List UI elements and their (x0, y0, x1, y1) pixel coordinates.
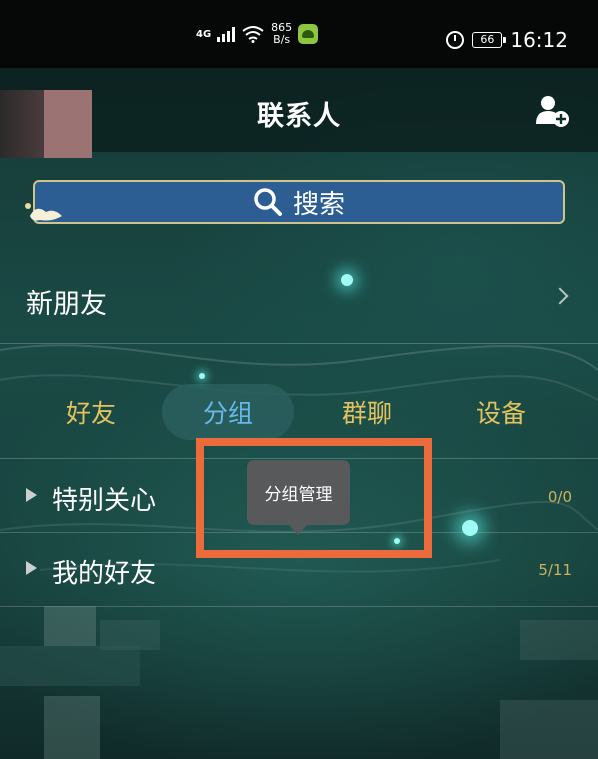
tab-devices[interactable]: 设备 (446, 384, 556, 440)
signal-icon (217, 26, 236, 42)
chevron-right-icon (551, 287, 569, 305)
glow-particle (462, 520, 478, 536)
status-bar: 4G 865 B/s 66 16:12 (0, 0, 598, 68)
status-center: 4G 865 B/s (196, 22, 319, 46)
add-contact-icon[interactable] (534, 94, 570, 128)
contacts-screen: 4G 865 B/s 66 16:12 联系人 搜索 新朋友 好友 分组 群聊 … (0, 0, 598, 759)
app-header: 联系人 (0, 68, 598, 158)
glow-particle (341, 274, 353, 286)
tab-groups[interactable]: 分组 (162, 384, 294, 440)
page-title: 联系人 (257, 101, 341, 132)
group-count: 0/0 (547, 488, 572, 506)
tab-friends[interactable]: 好友 (36, 384, 146, 440)
search-label: 搜索 (292, 189, 345, 220)
pixelated-block (520, 620, 598, 660)
expand-arrow-icon (26, 488, 37, 502)
search-bar[interactable]: 搜索 (33, 180, 565, 224)
group-label: 特别关心 (52, 486, 157, 516)
tab-group-chats[interactable]: 群聊 (312, 384, 422, 440)
alarm-icon (446, 31, 465, 49)
glow-particle (199, 373, 205, 379)
group-count: 5/11 (538, 561, 572, 579)
cloud-ornament-icon (25, 203, 62, 221)
group-label: 我的好友 (52, 559, 157, 589)
group-manage-tooltip[interactable]: 分组管理 (247, 460, 350, 535)
pixelated-block (0, 646, 140, 686)
search-icon (254, 188, 282, 216)
new-friends-row[interactable]: 新朋友 (0, 260, 598, 344)
pixelated-block (100, 620, 160, 650)
status-right: 66 16:12 (446, 28, 568, 52)
pixelated-block (44, 696, 100, 759)
clock-time: 16:12 (510, 28, 568, 52)
pixelated-block (500, 700, 598, 759)
network-speed: 865 B/s (271, 22, 292, 46)
wifi-icon (242, 26, 264, 43)
contact-tabs: 好友 分组 群聊 设备 (0, 384, 598, 442)
expand-arrow-icon (26, 561, 37, 575)
speed-unit: B/s (273, 33, 291, 46)
new-friends-label: 新朋友 (26, 289, 107, 320)
android-app-icon (298, 24, 319, 44)
battery-icon: 66 (472, 32, 507, 48)
network-type: 4G (196, 28, 212, 40)
pixelated-block (44, 606, 96, 646)
